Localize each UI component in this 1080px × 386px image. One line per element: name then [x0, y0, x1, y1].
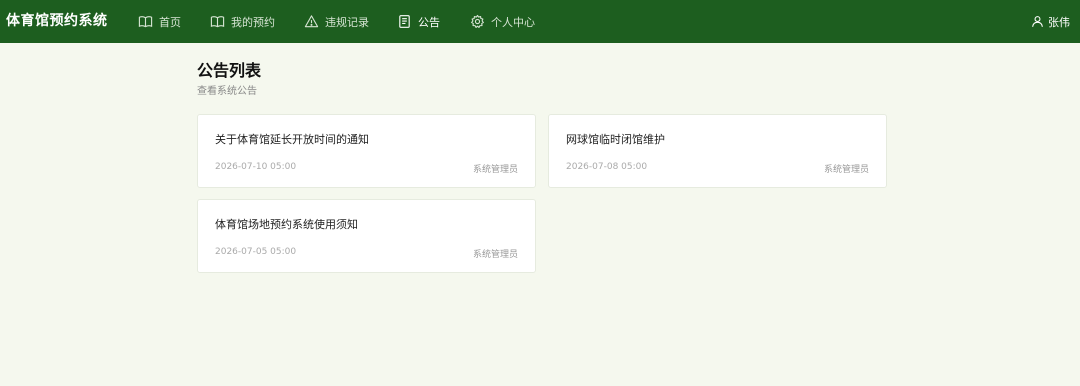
announcement-title: 关于体育馆延长开放时间的通知	[215, 133, 369, 146]
nav-item-label: 违规记录	[325, 15, 369, 29]
top-navbar: 体育馆预约系统 首页 我的预约 违规记录 公告 个人中心 张伟	[0, 0, 1080, 43]
book-open-icon	[210, 14, 225, 29]
announcement-author: 系统管理员	[472, 165, 518, 175]
announcement-author: 系统管理员	[472, 250, 518, 260]
announcement-card[interactable]: 体育馆场地预约系统使用须知 2026-07-05 05:00 系统管理员	[197, 199, 536, 273]
announcement-card[interactable]: 网球馆临时闭馆维护 2026-07-08 05:00 系统管理员	[548, 114, 887, 188]
nav-item-profile[interactable]: 个人中心	[470, 0, 535, 43]
announcement-title: 体育馆场地预约系统使用须知	[215, 218, 358, 231]
announcement-date: 2026-07-05 05:00	[215, 247, 297, 257]
announcement-date: 2026-07-08 05:00	[566, 162, 648, 172]
nav-item-label: 首页	[159, 15, 181, 29]
warning-icon	[304, 14, 319, 29]
user-menu[interactable]: 张伟	[1031, 0, 1070, 43]
page-subtitle: 查看系统公告	[197, 86, 257, 97]
announcement-author: 系统管理员	[823, 165, 869, 175]
announcement-card[interactable]: 关于体育馆延长开放时间的通知 2026-07-10 05:00 系统管理员	[197, 114, 536, 188]
app-title[interactable]: 体育馆预约系统	[6, 0, 108, 43]
nav-item-label: 个人中心	[491, 15, 535, 29]
page-title: 公告列表	[197, 61, 262, 80]
book-open-icon	[138, 14, 153, 29]
nav-item-my-bookings[interactable]: 我的预约	[210, 0, 275, 43]
announcement-title: 网球馆临时闭馆维护	[566, 133, 665, 146]
nav-item-label: 公告	[418, 15, 440, 29]
user-icon	[1031, 15, 1044, 28]
document-icon	[397, 14, 412, 29]
nav-item-label: 我的预约	[231, 15, 275, 29]
gear-icon	[470, 14, 485, 29]
user-name: 张伟	[1048, 15, 1070, 29]
nav-item-violations[interactable]: 违规记录	[304, 0, 369, 43]
nav-item-announcements[interactable]: 公告	[397, 0, 440, 43]
nav-item-home[interactable]: 首页	[138, 0, 181, 43]
announcement-date: 2026-07-10 05:00	[215, 162, 297, 172]
